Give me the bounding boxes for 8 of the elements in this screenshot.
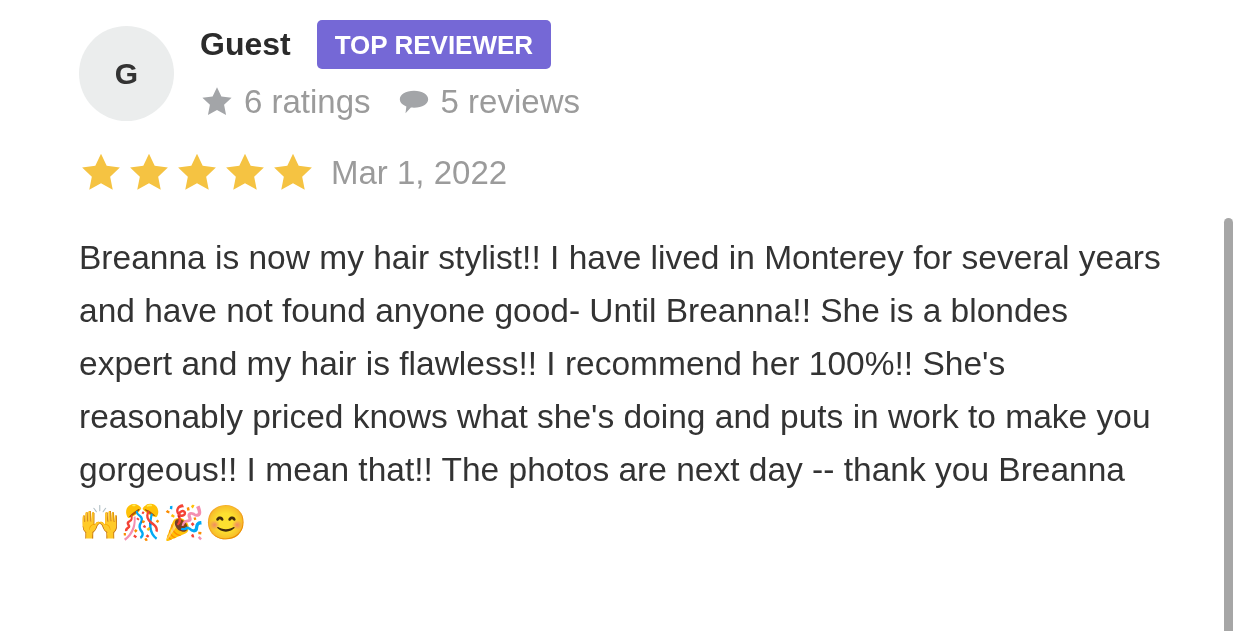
avatar: G [79, 26, 174, 121]
reviews-count: 5 reviews [440, 83, 580, 121]
reviewer-badge: TOP REVIEWER [316, 20, 552, 69]
review-date: Mar 1, 2022 [331, 154, 508, 192]
review-text: Breanna is now my hair stylist!! I have lived in Monterey for several years and have not found anyone good- Until Breanna!! She is a blondes expert and my hair is flawless!! I recommend her 100%!! She's reasonably priced knows what she's doing and puts in work to make you gorgeous!! I mean that!! The photos are next day -- thank you Breanna 🙌🎊🎉😊 [79, 238, 1162, 543]
reviewer-name: Guest [200, 26, 291, 63]
ratings-count: 6 ratings [244, 83, 371, 121]
scrollbar[interactable] [1224, 218, 1233, 631]
